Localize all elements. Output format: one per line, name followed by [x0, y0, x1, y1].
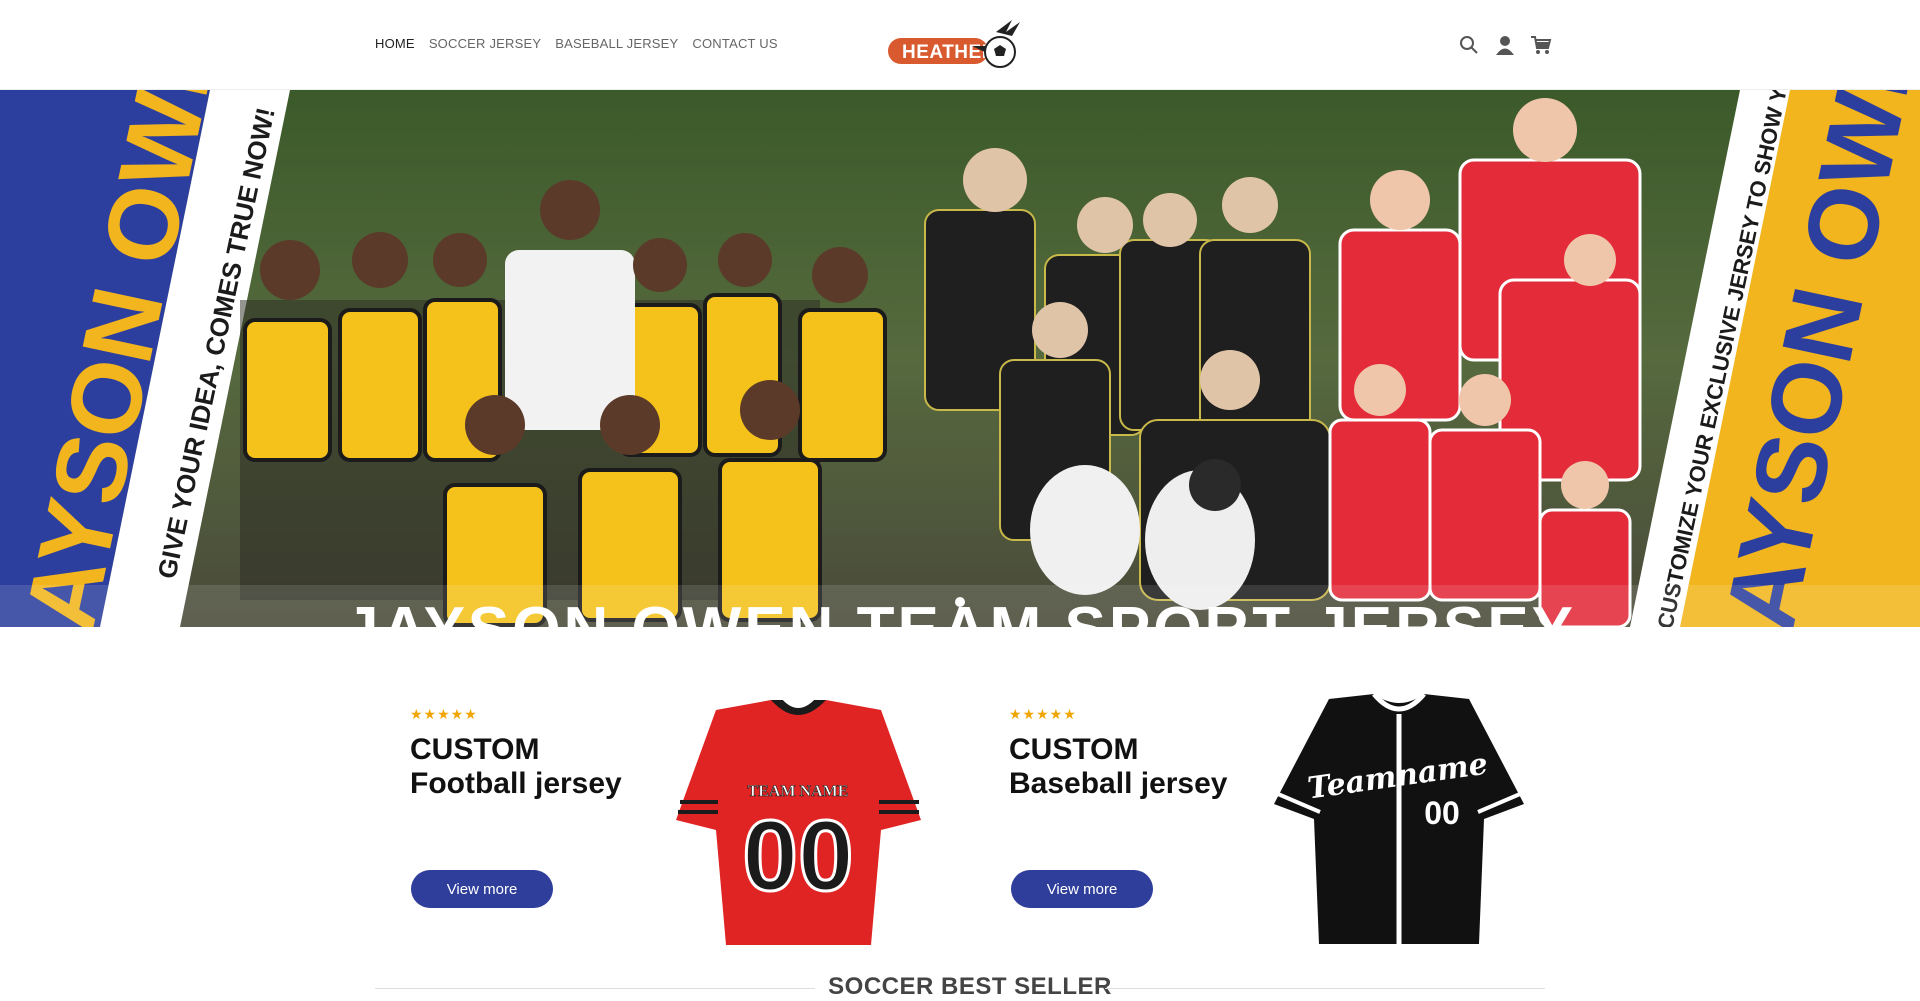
- section-divider-right: [1105, 988, 1545, 989]
- promo-title-line1: CUSTOM: [1009, 733, 1139, 766]
- header-icons: [1458, 34, 1552, 56]
- promo-title-line2: Football jersey: [410, 767, 622, 800]
- hero-image: GIVE YOUR IDEA, COMES TRUE NOW! JAYSON O…: [0, 90, 1920, 627]
- promo-baseball: ★★★★★ CUSTOM Baseball jersey: [1009, 706, 1227, 801]
- site-header: HOME SOCCER JERSEY BASEBALL JERSEY CONTA…: [0, 0, 1920, 90]
- nav-baseball-jersey[interactable]: BASEBALL JERSEY: [555, 36, 678, 51]
- promo-title-line1: CUSTOM: [410, 733, 540, 766]
- nav-home[interactable]: HOME: [375, 36, 415, 51]
- rating-stars: ★★★★★: [410, 706, 478, 722]
- football-jersey-image: TEAM NAME 00: [676, 698, 921, 945]
- hero-banner[interactable]: GIVE YOUR IDEA, COMES TRUE NOW! JAYSON O…: [0, 90, 1920, 627]
- logo-text: HEATHER: [902, 42, 996, 63]
- search-icon[interactable]: [1458, 34, 1480, 56]
- cart-icon[interactable]: [1530, 34, 1552, 56]
- slider-dot[interactable]: [955, 597, 965, 607]
- main-nav: HOME SOCCER JERSEY BASEBALL JERSEY CONTA…: [375, 36, 778, 51]
- jersey-number: 00: [742, 800, 853, 912]
- baseball-jersey-image: Teamname 00: [1274, 692, 1524, 944]
- nav-soccer-jersey[interactable]: SOCCER JERSEY: [429, 36, 541, 51]
- view-more-button[interactable]: View more: [411, 870, 553, 908]
- jersey-number: 00: [1424, 795, 1460, 831]
- promo-title-line2: Baseball jersey: [1009, 767, 1228, 800]
- view-more-button[interactable]: View more: [1011, 870, 1153, 908]
- site-logo[interactable]: HEATHER: [888, 20, 1034, 70]
- rating-stars: ★★★★★: [1009, 706, 1077, 722]
- section-divider-left: [375, 988, 815, 989]
- jersey-team-name: TEAM NAME: [748, 783, 849, 800]
- account-icon[interactable]: [1494, 34, 1516, 56]
- nav-contact-us[interactable]: CONTACT US: [692, 36, 777, 51]
- section-title: SOCCER BEST SELLER: [828, 973, 1112, 1000]
- promo-football: ★★★★★ CUSTOM Football jersey: [410, 706, 622, 801]
